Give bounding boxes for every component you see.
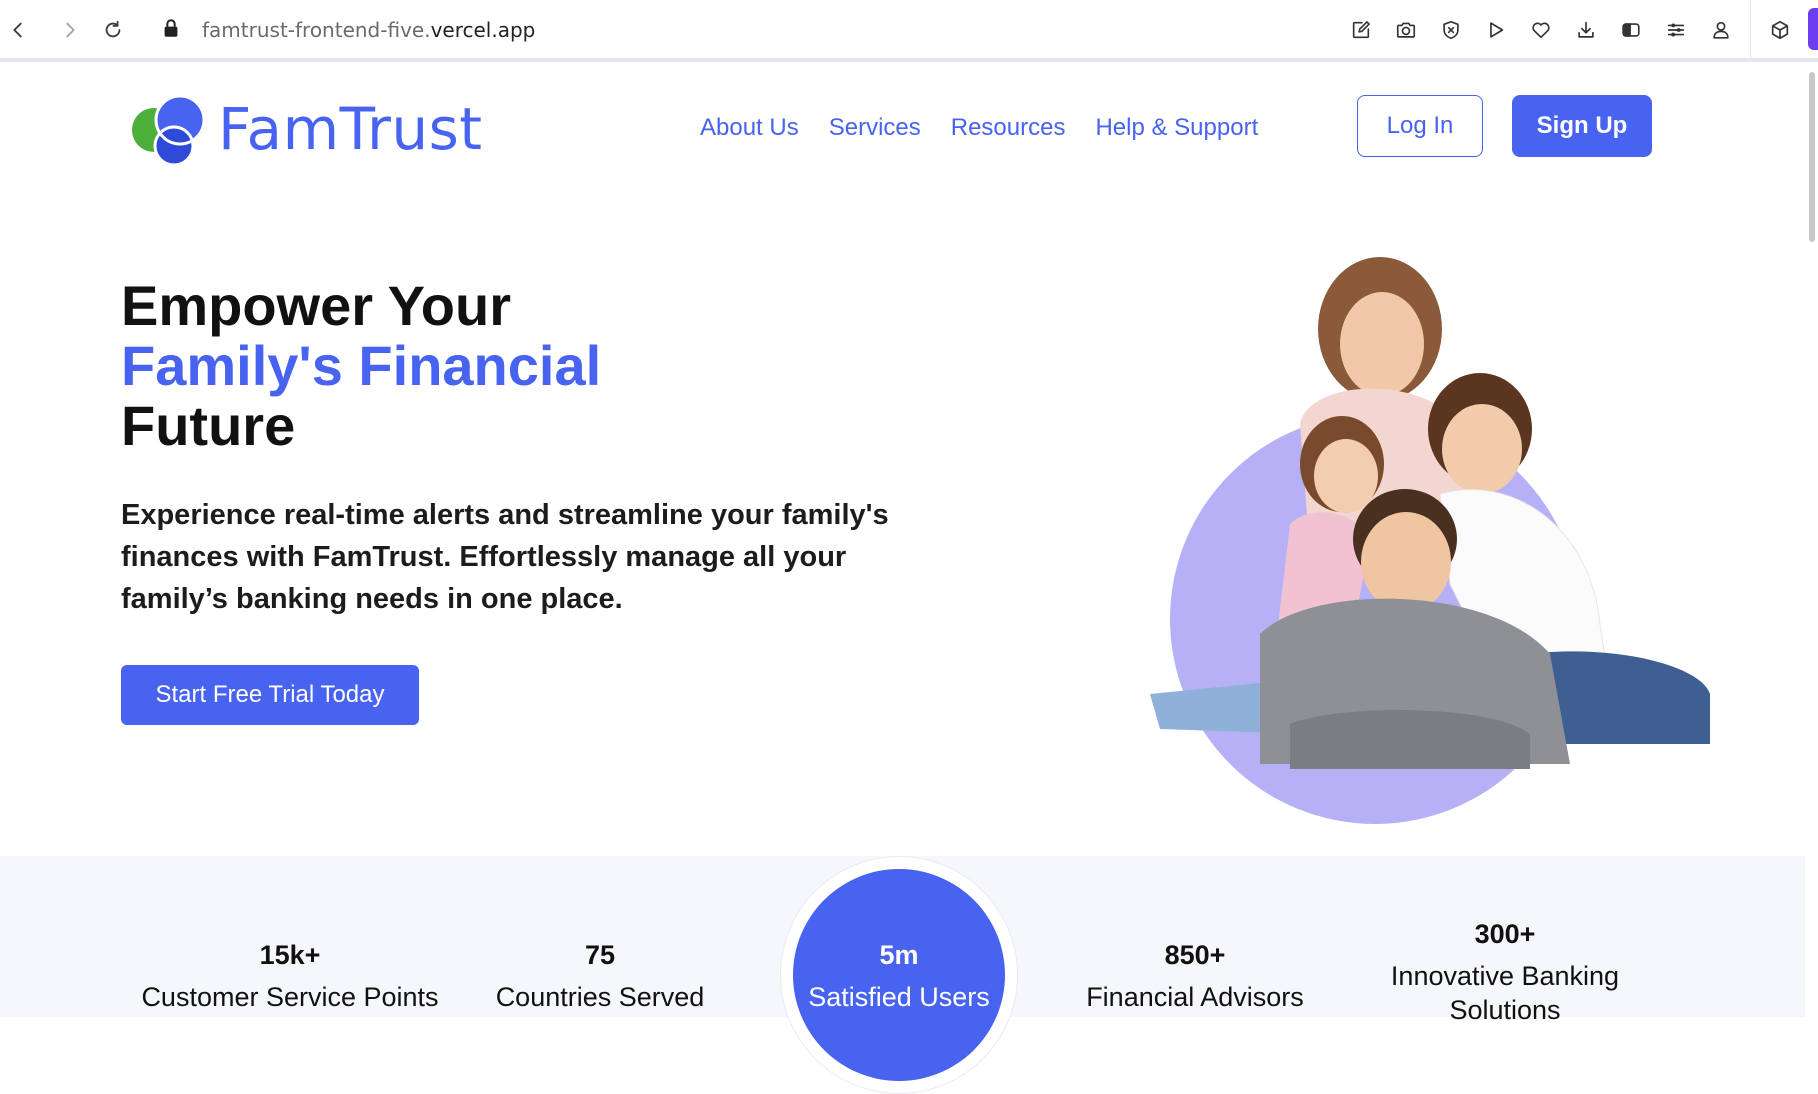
download-icon[interactable] bbox=[1563, 12, 1608, 48]
stat-label: Financial Advisors bbox=[1086, 982, 1304, 1012]
forward-button[interactable] bbox=[52, 12, 88, 48]
main-navigation: About Us Services Resources Help & Suppo… bbox=[700, 108, 1288, 148]
edit-icon[interactable] bbox=[1338, 12, 1383, 48]
hero-heading: Empower Your Family's Financial Future bbox=[121, 276, 921, 456]
stat-label: Customer Service Points bbox=[141, 982, 439, 1012]
stat-financial-advisors: 850+ Financial Advisors bbox=[1060, 938, 1330, 1014]
stat-innovative-banking-solutions: 300+ Innovative Banking Solutions bbox=[1360, 917, 1650, 1027]
shield-x-icon[interactable] bbox=[1428, 12, 1473, 48]
box-icon[interactable] bbox=[1762, 12, 1798, 48]
logo-text: FamTrust bbox=[218, 95, 483, 163]
stat-value: 300+ bbox=[1474, 919, 1536, 949]
url-prefix: famtrust-frontend-five. bbox=[202, 18, 431, 42]
heart-icon[interactable] bbox=[1518, 12, 1563, 48]
extension-panel-edge[interactable] bbox=[1808, 8, 1818, 50]
hero-heading-line-3: Future bbox=[121, 394, 296, 457]
famtrust-logo-mark bbox=[132, 94, 206, 167]
start-free-trial-button[interactable]: Start Free Trial Today bbox=[121, 665, 419, 725]
signup-button[interactable]: Sign Up bbox=[1512, 95, 1652, 157]
stat-value: 850+ bbox=[1164, 940, 1226, 970]
chevron-right-icon bbox=[66, 22, 75, 38]
profile-icon[interactable] bbox=[1698, 12, 1743, 48]
play-icon[interactable] bbox=[1473, 12, 1518, 48]
scrollbar-thumb[interactable] bbox=[1809, 72, 1815, 242]
stat-value: 5m bbox=[879, 940, 919, 970]
browser-toolbar: famtrust-frontend-five.vercel.app bbox=[0, 0, 1818, 62]
site-logo[interactable]: FamTrust bbox=[130, 88, 483, 170]
login-button[interactable]: Log In bbox=[1357, 95, 1483, 157]
browser-actions bbox=[1338, 12, 1743, 48]
menu-icon[interactable] bbox=[1653, 12, 1698, 48]
lock-icon bbox=[160, 17, 182, 44]
nav-link-help-support[interactable]: Help & Support bbox=[1095, 108, 1258, 148]
nav-link-about-us[interactable]: About Us bbox=[700, 108, 799, 148]
url-text: famtrust-frontend-five.vercel.app bbox=[202, 18, 535, 42]
stat-value: 15k+ bbox=[259, 940, 321, 970]
stat-customer-service-points: 15k+ Customer Service Points bbox=[130, 938, 450, 1014]
hero-heading-line-1: Empower Your bbox=[121, 274, 512, 337]
stat-countries-served: 75 Countries Served bbox=[460, 938, 740, 1014]
nav-link-services[interactable]: Services bbox=[829, 108, 921, 148]
stat-satisfied-users: 5m Satisfied Users bbox=[770, 938, 1028, 1014]
toolbar-divider bbox=[1750, 0, 1751, 60]
back-button[interactable] bbox=[0, 12, 36, 48]
stat-label: Satisfied Users bbox=[808, 982, 990, 1012]
chevron-left-icon bbox=[13, 22, 22, 38]
hero-heading-line-2: Family's Financial bbox=[121, 334, 602, 397]
stat-value: 75 bbox=[584, 940, 616, 970]
sidebar-icon[interactable] bbox=[1608, 12, 1653, 48]
family-photo bbox=[1150, 257, 1710, 824]
url-host: vercel.app bbox=[430, 18, 536, 42]
page-scrollbar[interactable] bbox=[1806, 64, 1818, 1017]
reload-button[interactable] bbox=[95, 12, 131, 48]
nav-link-resources[interactable]: Resources bbox=[951, 108, 1066, 148]
stat-label: Countries Served bbox=[495, 982, 705, 1012]
camera-icon[interactable] bbox=[1383, 12, 1428, 48]
reload-icon bbox=[105, 20, 121, 38]
hero-description: Experience real-time alerts and streamli… bbox=[121, 499, 889, 615]
